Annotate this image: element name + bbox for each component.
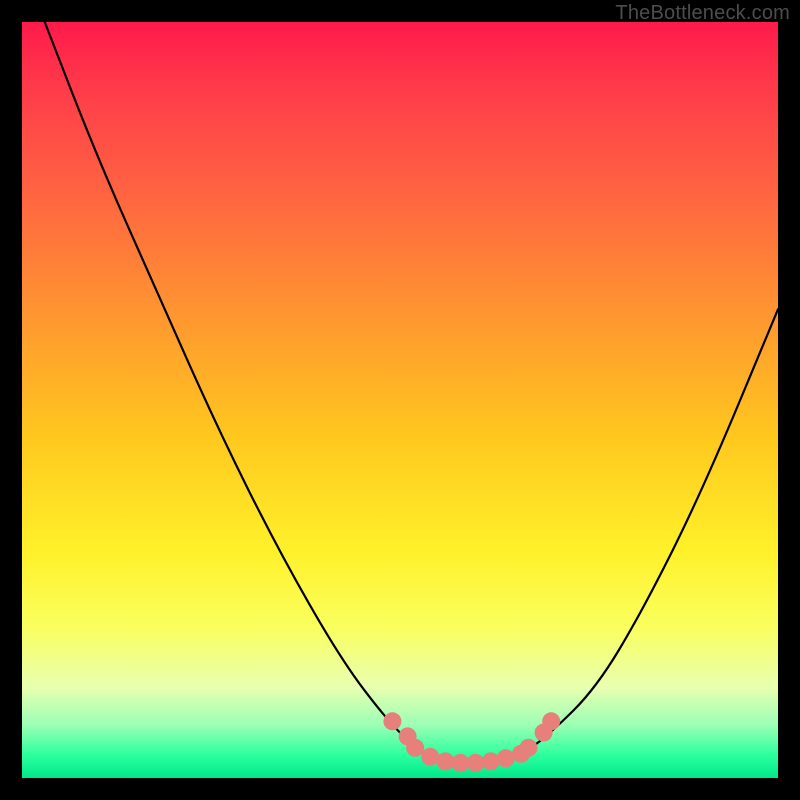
highlight-dot xyxy=(482,752,500,770)
bottleneck-curve xyxy=(45,22,778,763)
plot-area xyxy=(22,22,778,778)
highlight-dot xyxy=(421,748,439,766)
highlight-dot xyxy=(542,712,560,730)
chart-frame: TheBottleneck.com xyxy=(0,0,800,800)
chart-svg xyxy=(22,22,778,778)
highlight-dots xyxy=(383,712,560,772)
highlight-dot xyxy=(383,712,401,730)
highlight-dot xyxy=(520,739,538,757)
highlight-dot xyxy=(497,749,515,767)
highlight-dot xyxy=(406,739,424,757)
